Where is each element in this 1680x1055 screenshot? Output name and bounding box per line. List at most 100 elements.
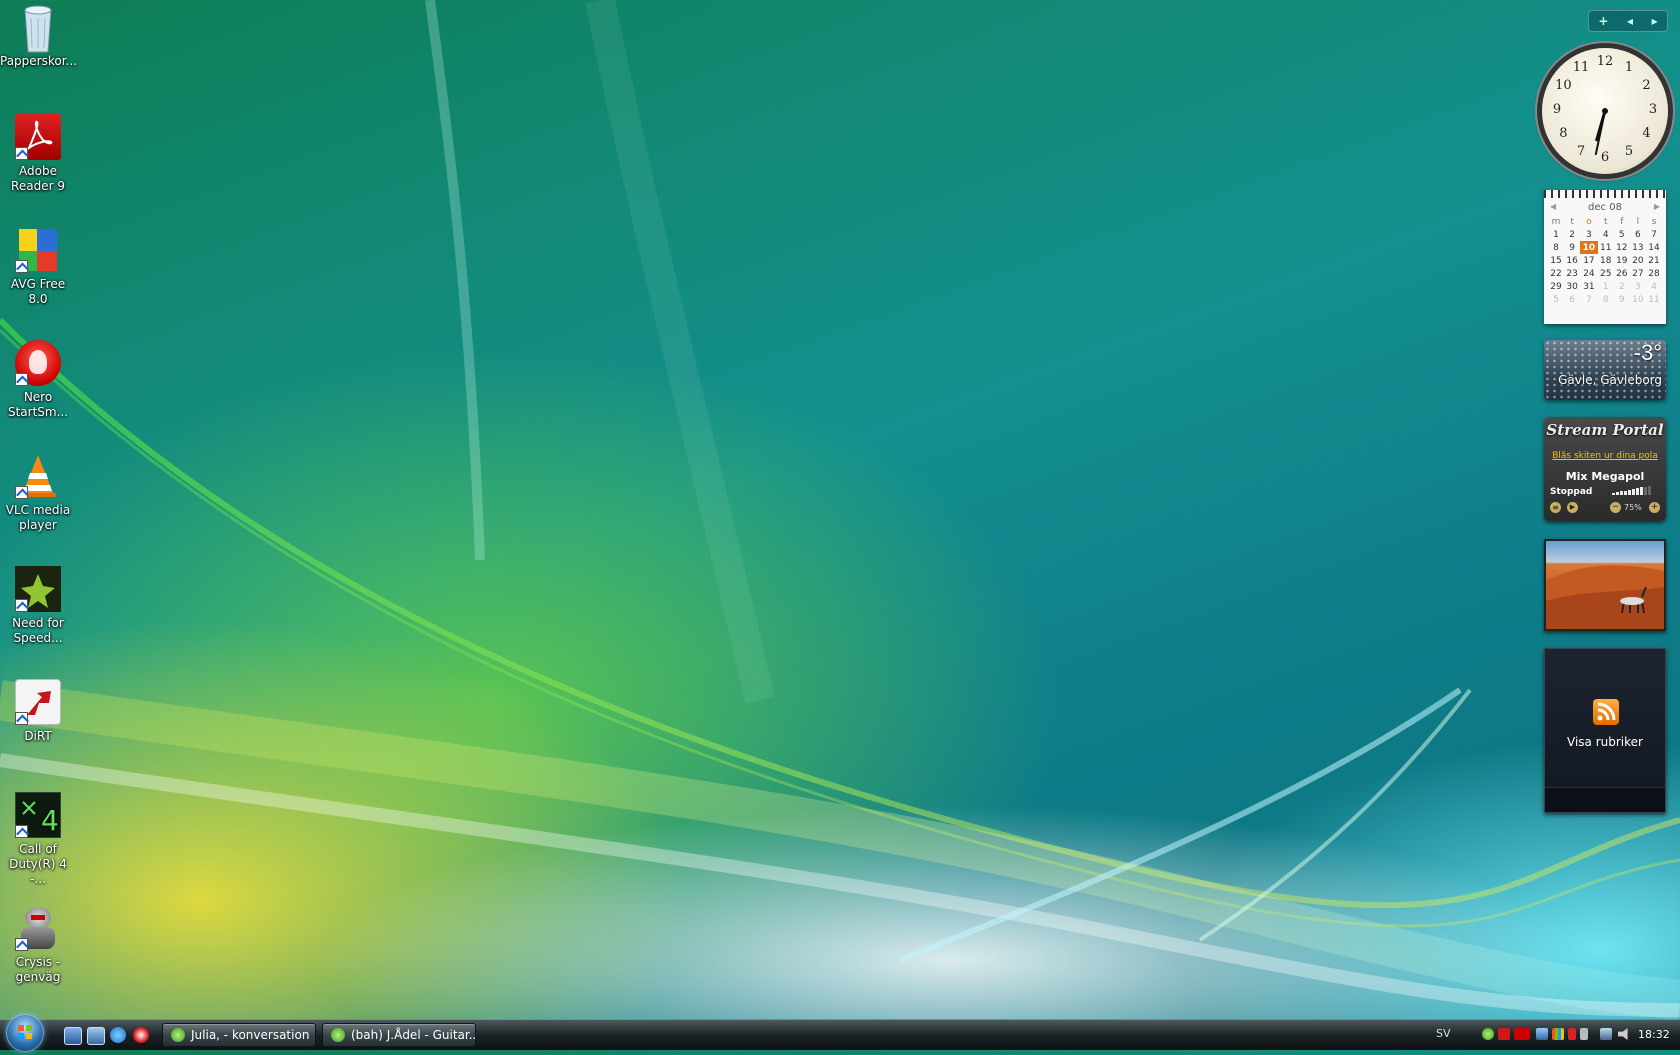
calendar-day[interactable]: 31: [1580, 280, 1598, 293]
calendar-day[interactable]: 3: [1580, 228, 1598, 241]
calendar-day[interactable]: 24: [1580, 267, 1598, 280]
stream-portal-tagline-link[interactable]: Blås skiten ur dina pola: [1544, 451, 1666, 461]
calendar-day[interactable]: 14: [1646, 241, 1662, 254]
calendar-day[interactable]: 11: [1646, 293, 1662, 306]
calendar-day[interactable]: 22: [1548, 267, 1564, 280]
calendar-day[interactable]: 6: [1630, 228, 1646, 241]
volume-bar: [1648, 485, 1651, 495]
calendar-day[interactable]: 20: [1630, 254, 1646, 267]
desktop-icon-recycle-bin[interactable]: Papperskor...: [0, 4, 77, 69]
volume-bar: [1616, 492, 1619, 495]
desktop-icon-crysis[interactable]: Crysis - genväg: [0, 905, 76, 985]
switch-windows-icon[interactable]: [87, 1027, 105, 1045]
desktop-icon-need-for-speed[interactable]: Need for Speed...: [0, 566, 76, 646]
calendar-day[interactable]: 5: [1548, 293, 1564, 306]
internet-explorer-icon[interactable]: [110, 1027, 126, 1043]
calendar-day[interactable]: 8: [1598, 293, 1614, 306]
calendar-day[interactable]: 11: [1598, 241, 1614, 254]
desktop-icon-avg[interactable]: AVG Free 8.0: [0, 227, 76, 307]
desktop-icon-vlc[interactable]: VLC media player: [0, 453, 76, 533]
windows-update-tray-icon[interactable]: [1552, 1028, 1564, 1040]
calendar-day[interactable]: 7: [1580, 293, 1598, 306]
calendar-day[interactable]: 8: [1548, 241, 1564, 254]
stream-menu-button[interactable]: ≡: [1550, 502, 1561, 513]
calendar-day[interactable]: 2: [1564, 228, 1580, 241]
media-player-icon[interactable]: [133, 1027, 149, 1043]
calendar-day[interactable]: 12: [1614, 241, 1630, 254]
calendar-day[interactable]: 30: [1564, 280, 1580, 293]
calendar-day[interactable]: 10: [1580, 241, 1598, 254]
network-status-tray-icon[interactable]: [1600, 1028, 1612, 1040]
desktop-icon-adobe-reader[interactable]: Adobe Reader 9: [0, 114, 76, 194]
shortcut-arrow-icon: [15, 599, 28, 612]
feed-show-headlines-label[interactable]: Visa rubriker: [1545, 735, 1665, 749]
calendar-day[interactable]: 9: [1614, 293, 1630, 306]
calendar-day[interactable]: 28: [1646, 267, 1662, 280]
sidebar-next-button[interactable]: ▸: [1652, 14, 1658, 28]
calendar-day[interactable]: 4: [1646, 280, 1662, 293]
messenger-tray-icon[interactable]: [1482, 1028, 1494, 1040]
calendar-day[interactable]: 27: [1630, 267, 1646, 280]
rss-feed-icon: [1593, 699, 1619, 725]
desktop-icon-label: Call of Duty(R) 4 -...: [9, 842, 67, 886]
clock-gadget[interactable]: 12 1 2 3 4 5 6 7 8 9 10 11: [1542, 48, 1668, 174]
need-for-speed-icon: [15, 566, 61, 612]
desktop-icon-nero[interactable]: Nero StartSm...: [0, 340, 76, 420]
taskbar-task-guitar[interactable]: (bah) J.Ådel - Guitar...: [322, 1023, 476, 1047]
calendar-day[interactable]: 3: [1630, 280, 1646, 293]
calendar-day[interactable]: 6: [1564, 293, 1580, 306]
sidebar-add-gadget-button[interactable]: +: [1598, 14, 1608, 28]
shortcut-arrow-icon: [15, 825, 28, 838]
start-button[interactable]: [6, 1014, 44, 1052]
calendar-day[interactable]: 2: [1614, 280, 1630, 293]
calendar-day[interactable]: 19: [1614, 254, 1630, 267]
weather-gadget[interactable]: -3° Gävle, Gävleborg: [1544, 340, 1666, 400]
volume-bar: [1644, 486, 1647, 495]
stream-volume-down-button[interactable]: −: [1610, 502, 1621, 513]
network-tray-icon[interactable]: [1536, 1028, 1548, 1040]
power-tray-icon[interactable]: [1568, 1028, 1576, 1040]
show-desktop-icon[interactable]: [64, 1027, 82, 1045]
task-label: (bah) J.Ådel - Guitar...: [351, 1028, 476, 1042]
avira-tray-icon[interactable]: [1498, 1028, 1510, 1040]
calendar-prev-button[interactable]: ◀: [1550, 202, 1556, 213]
calendar-next-button[interactable]: ▶: [1654, 202, 1660, 213]
taskbar-clock[interactable]: 18:32: [1638, 1028, 1670, 1041]
slideshow-gadget[interactable]: [1544, 539, 1666, 631]
sidebar-prev-button[interactable]: ◂: [1627, 14, 1633, 28]
desktop-icon-dirt[interactable]: DiRT: [0, 679, 76, 744]
stream-play-button[interactable]: ▶: [1567, 502, 1578, 513]
calendar-day[interactable]: 18: [1598, 254, 1614, 267]
volume-bar: [1636, 488, 1639, 495]
stream-status: Stoppad: [1550, 487, 1593, 497]
calendar-day[interactable]: 21: [1646, 254, 1662, 267]
calendar-day[interactable]: 23: [1564, 267, 1580, 280]
stream-volume-up-button[interactable]: +: [1649, 502, 1660, 513]
calendar-day[interactable]: 26: [1614, 267, 1630, 280]
calendar-day[interactable]: 1: [1548, 228, 1564, 241]
desktop-icon-call-of-duty[interactable]: 4 Call of Duty(R) 4 -...: [0, 792, 76, 887]
calendar-day[interactable]: 4: [1598, 228, 1614, 241]
stream-portal-gadget[interactable]: Stream Portal Blås skiten ur dina pola M…: [1544, 417, 1666, 521]
svg-text:4: 4: [41, 804, 59, 837]
calendar-day[interactable]: 13: [1630, 241, 1646, 254]
language-indicator[interactable]: SV: [1436, 1027, 1451, 1040]
feed-headlines-gadget[interactable]: Visa rubriker: [1544, 648, 1666, 813]
calendar-day[interactable]: 5: [1614, 228, 1630, 241]
calendar-day[interactable]: 7: [1646, 228, 1662, 241]
speaker-small-tray-icon[interactable]: [1580, 1028, 1588, 1040]
calendar-gadget[interactable]: ◀ dec 08 ▶ m t o t f l s 1 2 3 4 5 6 7 8 9 10 11 12 13 14 15 1…: [1544, 190, 1666, 324]
calendar-day[interactable]: 29: [1548, 280, 1564, 293]
calendar-day[interactable]: 9: [1564, 241, 1580, 254]
calendar-day[interactable]: 17: [1580, 254, 1598, 267]
volume-tray-icon[interactable]: [1618, 1028, 1628, 1040]
calendar-day[interactable]: 1: [1598, 280, 1614, 293]
calendar-month-label: dec 08: [1588, 202, 1622, 213]
calendar-day[interactable]: 25: [1598, 267, 1614, 280]
calendar-day[interactable]: 15: [1548, 254, 1564, 267]
calendar-day[interactable]: 16: [1564, 254, 1580, 267]
ati-tray-icon[interactable]: [1514, 1028, 1530, 1040]
calendar-day-header: m: [1551, 216, 1561, 227]
taskbar-task-conversation[interactable]: Julia, - konversation: [162, 1023, 316, 1047]
calendar-day[interactable]: 10: [1630, 293, 1646, 306]
